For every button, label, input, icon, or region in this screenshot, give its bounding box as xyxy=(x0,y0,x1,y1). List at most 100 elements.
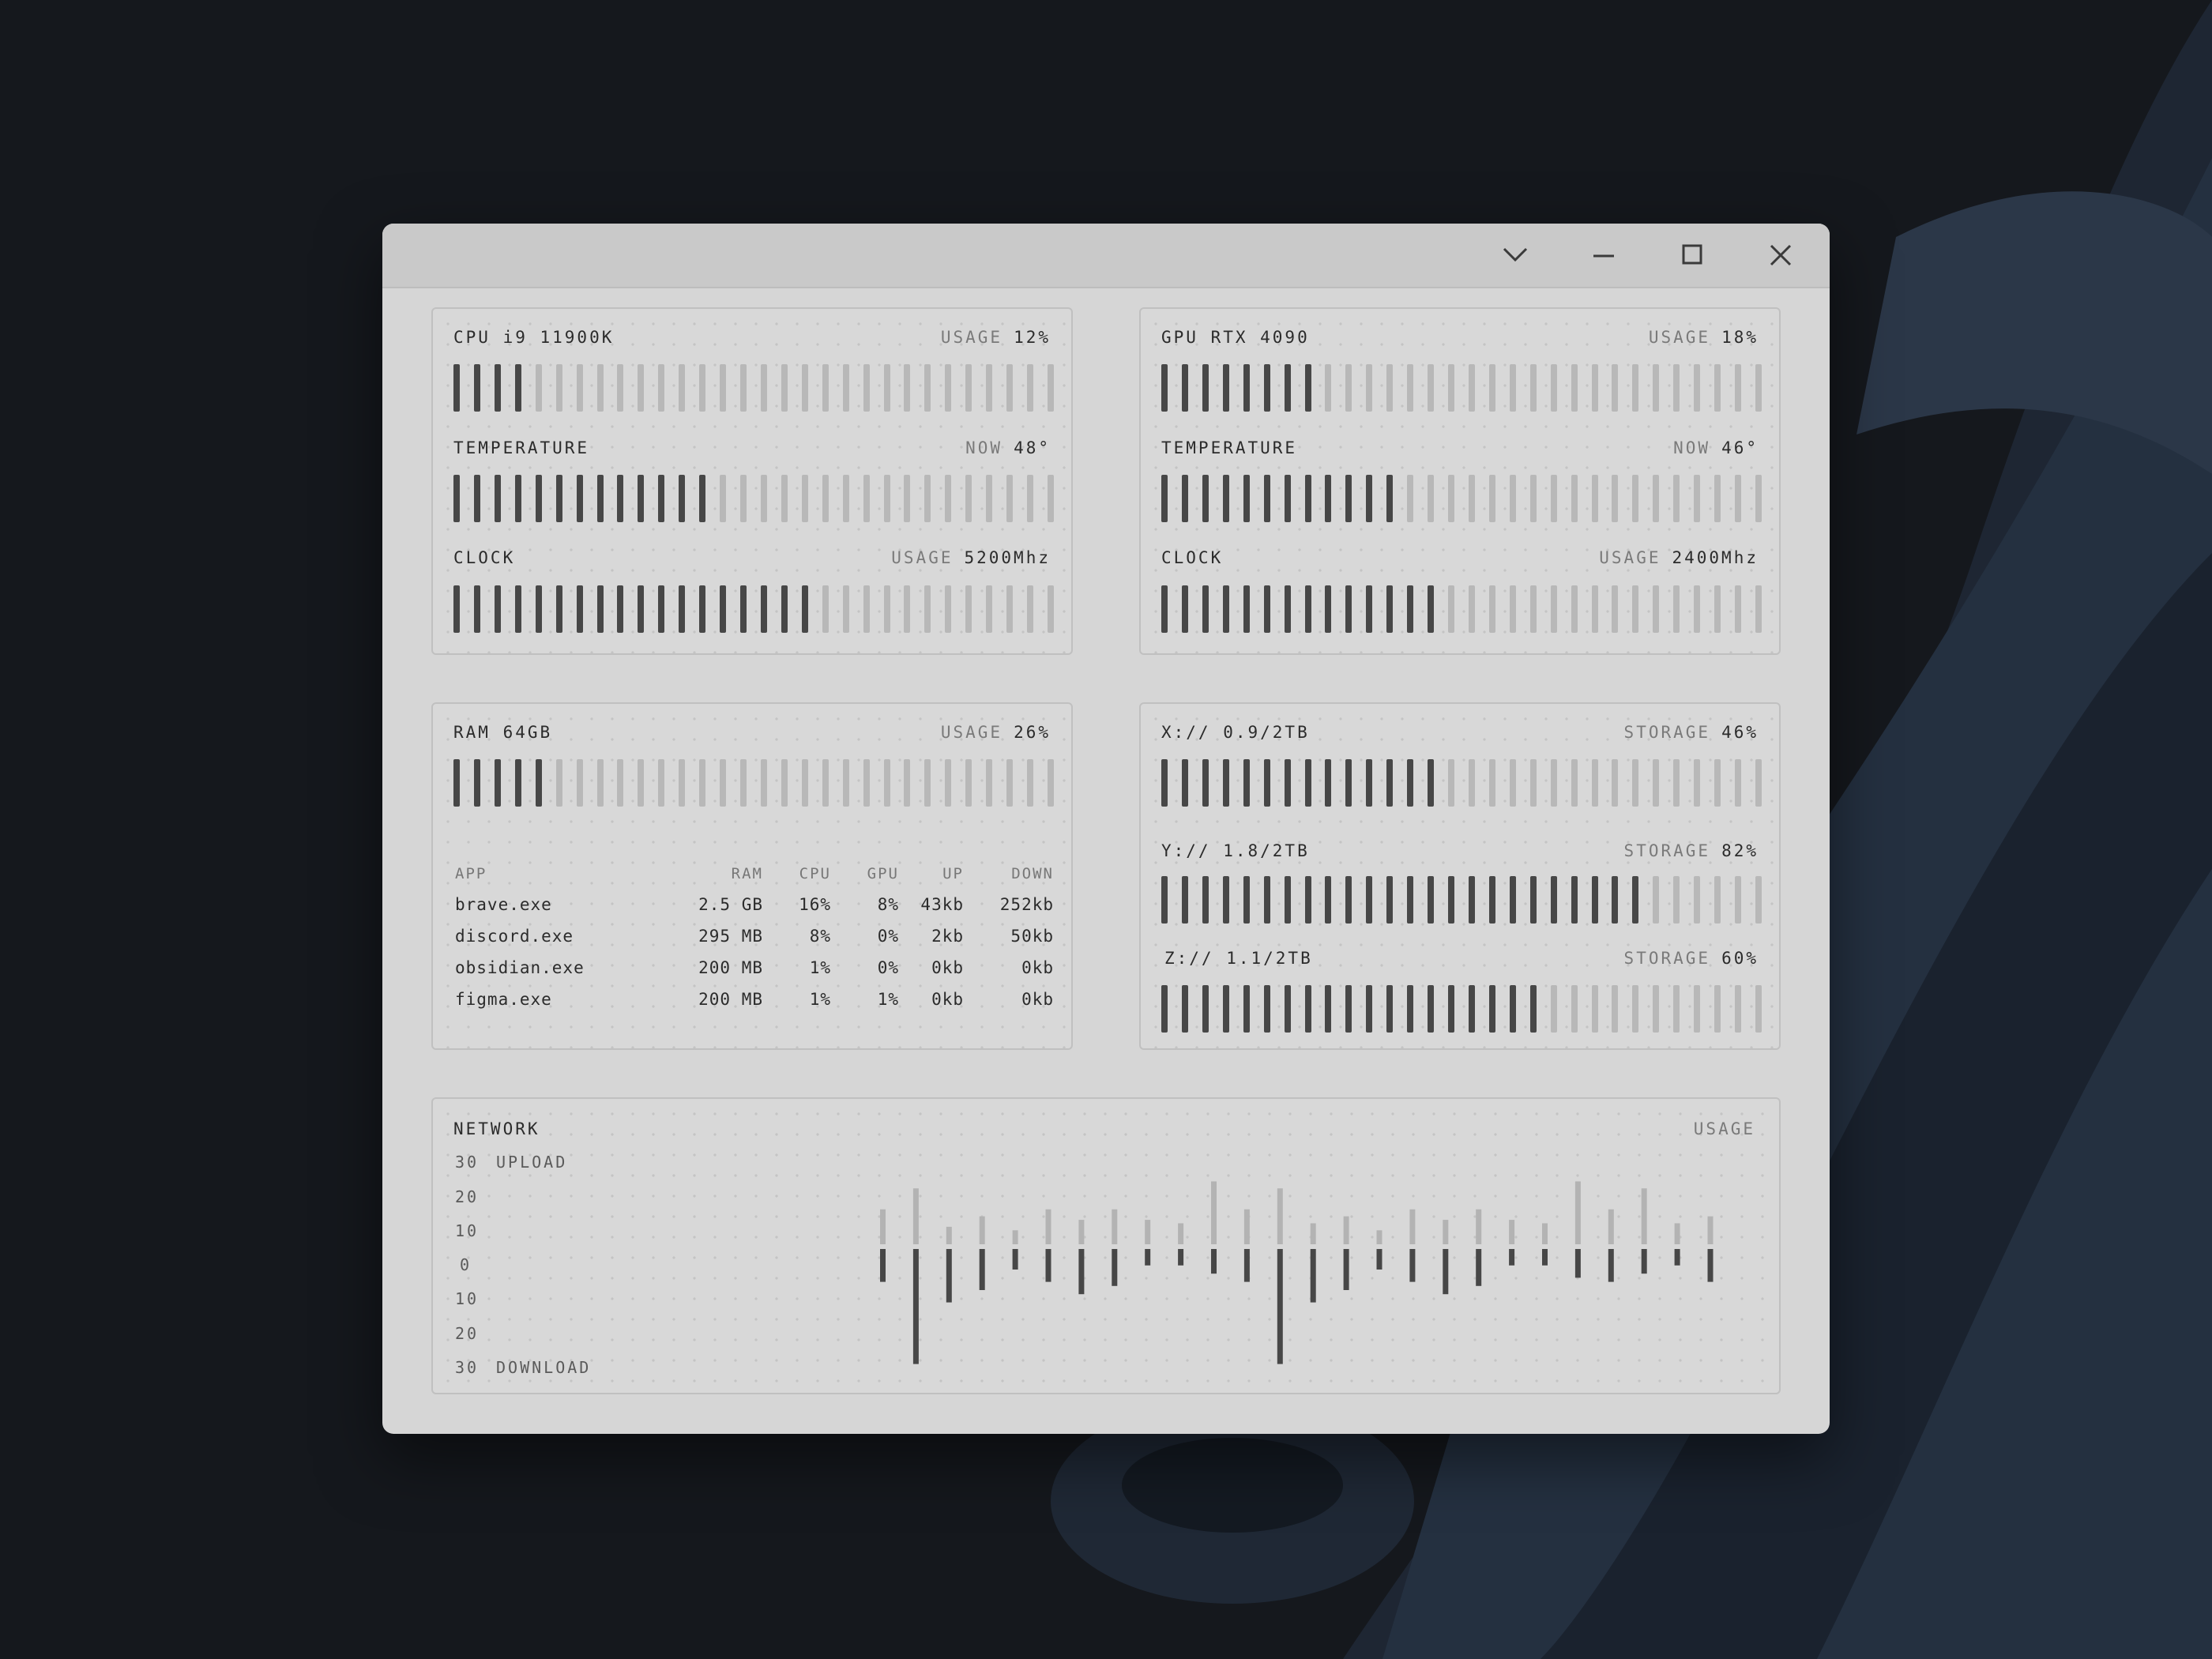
meter-segment xyxy=(1571,759,1578,807)
meter-segment xyxy=(1571,475,1578,522)
meter-segment xyxy=(1488,585,1495,633)
meter-segment xyxy=(883,585,890,633)
upload-bar xyxy=(1310,1223,1316,1244)
table-row[interactable]: discord.exe 295 MB 8% 0% 2kb 50kb xyxy=(455,920,1054,952)
meter-segment xyxy=(638,364,645,412)
meter-segment xyxy=(1243,985,1250,1033)
meter-segment xyxy=(1161,759,1168,807)
meter-segment xyxy=(1263,759,1270,807)
table-row[interactable]: figma.exe 200 MB 1% 1% 0kb 0kb xyxy=(455,984,1054,1015)
meter-segment xyxy=(1488,876,1495,924)
meter-segment xyxy=(986,585,993,633)
meter-segment xyxy=(740,759,747,807)
meter-segment xyxy=(473,364,480,412)
process-table: APP RAM CPU GPU UP DOWN brave.exe 2.5 GB 1… xyxy=(455,859,1054,1015)
meter-segment xyxy=(965,364,972,412)
meter-segment xyxy=(760,759,767,807)
meter-segment xyxy=(1550,475,1557,522)
meter-segment xyxy=(1243,759,1250,807)
meter-segment xyxy=(1202,585,1209,633)
meter-segment xyxy=(1529,985,1537,1033)
app-ram: 2.5 GB xyxy=(698,895,763,914)
system-monitor-window: CPU i9 11900K USAGE 12% TEMPERATURE NOW 48… xyxy=(382,224,1830,1434)
axis-tick: 30 xyxy=(455,1358,480,1377)
meter-segment xyxy=(1591,364,1598,412)
meter-segment xyxy=(514,475,521,522)
meter-segment xyxy=(1571,585,1578,633)
meter-segment xyxy=(1714,759,1721,807)
download-bar xyxy=(1574,1249,1581,1278)
axis-tick: 30 xyxy=(455,1153,480,1172)
download-bar xyxy=(1443,1249,1449,1295)
meter-segment xyxy=(638,759,645,807)
meter-segment xyxy=(822,585,829,633)
gpu-temperature-label: TEMPERATURE xyxy=(1161,438,1298,457)
meter-segment xyxy=(1027,585,1034,633)
meter-segment xyxy=(760,475,767,522)
meter-segment xyxy=(1006,364,1014,412)
meter-segment xyxy=(1529,585,1537,633)
download-bar xyxy=(1641,1249,1647,1274)
close-button[interactable] xyxy=(1757,236,1804,274)
process-table-header: APP RAM CPU GPU UP DOWN xyxy=(455,859,1054,889)
minimize-button[interactable] xyxy=(1580,236,1627,274)
cpu-usage-meter xyxy=(453,364,1054,412)
cpu-panel: CPU i9 11900K USAGE 12% TEMPERATURE NOW 48… xyxy=(431,307,1073,655)
meter-segment xyxy=(1048,475,1054,522)
upload-bar xyxy=(912,1188,919,1244)
meter-segment xyxy=(1181,985,1188,1033)
meter-segment xyxy=(1591,759,1598,807)
meter-segment xyxy=(1161,585,1168,633)
meter-segment xyxy=(1571,876,1578,924)
meter-segment xyxy=(1048,585,1054,633)
meter-segment xyxy=(658,759,665,807)
title-bar[interactable] xyxy=(382,224,1830,288)
meter-segment xyxy=(1222,759,1229,807)
download-bar xyxy=(1078,1249,1085,1295)
download-bar xyxy=(1343,1249,1349,1290)
gpu-temperature-meter xyxy=(1161,475,1762,522)
meter-segment xyxy=(781,585,788,633)
download-bar xyxy=(979,1249,985,1290)
table-row[interactable]: obsidian.exe 200 MB 1% 0% 0kb 0kb xyxy=(455,952,1054,984)
meter-segment xyxy=(1284,985,1291,1033)
table-row[interactable]: brave.exe 2.5 GB 16% 8% 43kb 252kb xyxy=(455,889,1054,920)
download-bar xyxy=(1211,1249,1217,1274)
meter-segment xyxy=(576,585,583,633)
cpu-temperature-readout: NOW 48° xyxy=(965,438,1051,457)
meter-segment xyxy=(1448,364,1455,412)
cpu-temperature-label: TEMPERATURE xyxy=(453,438,590,457)
meter-segment xyxy=(1263,364,1270,412)
upload-bar xyxy=(1641,1188,1647,1244)
meter-segment xyxy=(904,364,911,412)
app-up: 0kb xyxy=(931,958,964,977)
meter-segment xyxy=(1345,985,1352,1033)
meter-segment xyxy=(535,759,542,807)
network-title: NETWORK xyxy=(453,1119,540,1138)
collapse-button[interactable] xyxy=(1492,236,1539,274)
col-app: APP xyxy=(455,865,487,882)
meter-segment xyxy=(658,364,665,412)
meter-segment xyxy=(1550,585,1557,633)
meter-segment xyxy=(904,475,911,522)
meter-segment xyxy=(1448,475,1455,522)
meter-segment xyxy=(1714,364,1721,412)
download-bar xyxy=(1542,1249,1548,1266)
download-bar xyxy=(1277,1249,1283,1364)
meter-segment xyxy=(904,759,911,807)
meter-segment xyxy=(1653,585,1660,633)
meter-segment xyxy=(1222,876,1229,924)
network-panel: NETWORK USAGE 30 UPLOAD 20 10 0 10 20 30… xyxy=(431,1097,1781,1394)
gpu-clock-label: CLOCK xyxy=(1161,548,1224,567)
meter-segment xyxy=(1509,475,1516,522)
meter-segment xyxy=(1632,585,1639,633)
meter-segment xyxy=(904,585,911,633)
upload-bar xyxy=(1078,1220,1085,1244)
meter-segment xyxy=(924,364,931,412)
meter-segment xyxy=(1304,475,1311,522)
axis-tick: 10 xyxy=(455,1289,480,1308)
upload-bar xyxy=(1707,1216,1714,1244)
meter-segment xyxy=(1509,759,1516,807)
meter-segment xyxy=(1468,364,1475,412)
maximize-button[interactable] xyxy=(1668,236,1716,274)
